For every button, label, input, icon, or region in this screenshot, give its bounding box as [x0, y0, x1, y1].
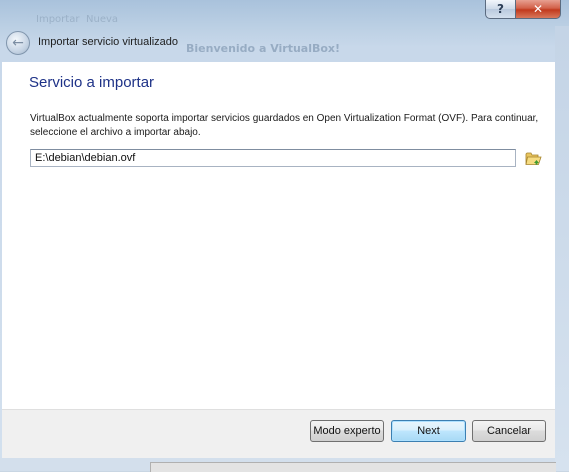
- file-path-input[interactable]: [30, 149, 516, 167]
- back-arrow-icon: ←: [12, 35, 24, 51]
- wizard-page: Servicio a importar VirtualBox actualmen…: [2, 62, 555, 409]
- background-toolbar-ghost: Importar Nueva: [0, 0, 140, 28]
- expert-mode-button[interactable]: Modo experto: [310, 420, 384, 442]
- folder-open-icon: [525, 152, 542, 165]
- back-button[interactable]: ←: [6, 31, 30, 55]
- ghost-toolbar-item: Importar: [36, 14, 80, 25]
- page-description: VirtualBox actualmente soporta importar …: [30, 113, 539, 138]
- button-bar: Modo experto Next Cancelar: [2, 409, 555, 459]
- cancel-button[interactable]: Cancelar: [472, 420, 546, 442]
- window-border-right: [555, 26, 569, 471]
- window-title: Importar servicio virtualizado: [38, 36, 178, 48]
- help-button[interactable]: ?: [485, 0, 516, 19]
- next-button[interactable]: Next: [391, 420, 466, 442]
- page-title: Servicio a importar: [29, 74, 155, 91]
- browse-file-button[interactable]: [524, 149, 542, 167]
- wizard-title-row: ← Importar servicio virtualizado: [0, 26, 555, 60]
- close-button[interactable]: ✕: [516, 0, 561, 19]
- caption-buttons: ? ✕: [485, 0, 561, 19]
- window-border-bottom: [0, 458, 556, 472]
- ghost-toolbar-item: Nueva: [86, 14, 119, 25]
